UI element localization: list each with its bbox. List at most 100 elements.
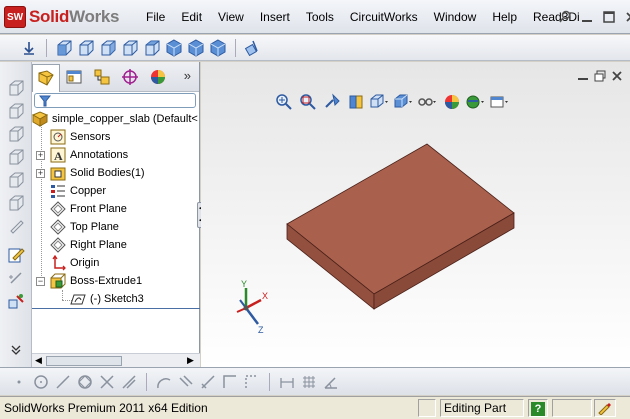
tree-item-front-plane[interactable]: Front Plane <box>50 200 127 218</box>
scroll-left-icon[interactable]: ◀ <box>35 355 42 366</box>
logo-badge: SW <box>4 6 26 28</box>
menu-file[interactable]: File <box>138 0 173 34</box>
smart-dimension-icon[interactable] <box>5 268 27 288</box>
menu-edit[interactable]: Edit <box>173 0 210 34</box>
menu-tools[interactable]: Tools <box>298 0 342 34</box>
line-icon[interactable] <box>52 372 74 392</box>
box-icon[interactable] <box>5 101 27 121</box>
filter-icon <box>38 95 52 110</box>
tree-item-sensors[interactable]: Sensors <box>50 128 110 146</box>
window-controls <box>556 8 630 26</box>
more-tabs-button[interactable]: » <box>184 68 191 83</box>
circle-icon[interactable] <box>30 372 52 392</box>
close-icon[interactable] <box>622 8 630 26</box>
box-icon[interactable] <box>5 216 27 236</box>
collapse-toggle[interactable]: − <box>36 277 45 286</box>
centerline-icon[interactable] <box>241 372 263 392</box>
sketch-edit-icon[interactable] <box>5 245 27 265</box>
toolbar-separator <box>46 38 47 57</box>
tree-item-label: Top Plane <box>70 221 119 233</box>
expand-toggle[interactable]: + <box>36 151 45 160</box>
scroll-thumb[interactable] <box>46 356 122 366</box>
minimize-icon[interactable] <box>578 8 596 26</box>
solidworks-logo[interactable]: SW SolidWorks <box>4 6 120 28</box>
point-icon[interactable] <box>8 372 30 392</box>
offset-icon[interactable] <box>175 372 197 392</box>
configuration-manager-tab[interactable] <box>88 64 116 90</box>
front-view-icon[interactable] <box>53 38 75 58</box>
sketch-tools-icon[interactable] <box>5 291 27 311</box>
menu-insert[interactable]: Insert <box>252 0 298 34</box>
view-orientation-icon[interactable] <box>18 38 40 58</box>
triad-y-label: Y <box>241 280 247 289</box>
tree-item-label: Origin <box>70 257 100 269</box>
box-icon[interactable] <box>5 147 27 167</box>
box-icon[interactable] <box>5 78 27 98</box>
box-icon[interactable] <box>5 124 27 144</box>
menu-view[interactable]: View <box>210 0 252 34</box>
help-button[interactable]: ? <box>528 399 548 417</box>
tree-item-boss-extrude[interactable]: Boss-Extrude1 <box>50 272 142 290</box>
corner-icon[interactable] <box>219 372 241 392</box>
toolbar-separator <box>269 372 270 391</box>
polygon-icon[interactable] <box>74 372 96 392</box>
back-view-icon[interactable] <box>75 38 97 58</box>
tree-item-top-plane[interactable]: Top Plane <box>50 218 119 236</box>
arc-icon[interactable] <box>153 372 175 392</box>
scroll-right-icon[interactable]: ▶ <box>187 355 194 366</box>
dimetric-view-icon[interactable] <box>207 38 229 58</box>
menu-help[interactable]: Help <box>484 0 525 34</box>
logo-text: SolidWorks <box>29 7 120 26</box>
tree-item-label: Front Plane <box>70 203 127 215</box>
customize-status-button[interactable] <box>594 399 616 417</box>
graphics-area[interactable]: Y X Z <box>201 62 630 367</box>
menu-window[interactable]: Window <box>426 0 485 34</box>
extrude-icon <box>50 273 66 289</box>
edition-text: SolidWorks Premium 2011 x64 Edition <box>4 401 208 415</box>
tree-item-right-plane[interactable]: Right Plane <box>50 236 127 254</box>
solid-bodies-icon <box>50 165 66 181</box>
horizontal-scrollbar[interactable]: ◀ ▶ <box>32 353 200 367</box>
expand-toggle[interactable]: + <box>36 169 45 178</box>
feature-manager-tab[interactable] <box>32 63 60 92</box>
tree-filter-input[interactable] <box>34 93 196 108</box>
tree-item-label: Right Plane <box>70 239 127 251</box>
display-manager-tab[interactable] <box>144 64 172 90</box>
trim-icon[interactable] <box>96 372 118 392</box>
tree-item-label: (-) Sketch3 <box>90 293 144 305</box>
restore-icon[interactable] <box>600 8 618 26</box>
top-view-icon[interactable] <box>141 38 163 58</box>
isometric-view-icon[interactable] <box>163 38 185 58</box>
editing-mode: Editing Part <box>440 399 524 417</box>
status-panel-empty <box>552 399 592 417</box>
tree-item-solid-bodies[interactable]: Solid Bodies(1) <box>50 164 145 182</box>
normal-to-icon[interactable] <box>242 38 264 58</box>
tree-item-part[interactable]: simple_copper_slab (Default< <box>32 110 198 128</box>
chevron-down-icon[interactable] <box>5 340 27 360</box>
tree-item-sketch[interactable]: (-) Sketch3 <box>70 290 144 308</box>
property-manager-tab[interactable] <box>60 64 88 90</box>
menu-circuitworks[interactable]: CircuitWorks <box>342 0 426 34</box>
tree-item-origin[interactable]: Origin <box>50 254 99 272</box>
toolbar-separator <box>235 38 236 57</box>
trimetric-view-icon[interactable] <box>185 38 207 58</box>
angle-icon[interactable] <box>320 372 342 392</box>
right-view-icon[interactable] <box>119 38 141 58</box>
status-panel-empty <box>418 399 436 417</box>
dimxpert-tab[interactable] <box>116 64 144 90</box>
panel-divider <box>32 308 200 309</box>
tree-connector <box>62 290 63 300</box>
dimension-icon[interactable] <box>276 372 298 392</box>
box-icon[interactable] <box>5 170 27 190</box>
pencil-icon <box>597 403 611 418</box>
feature-manager-tabs: » <box>32 62 199 92</box>
tree-item-annotations[interactable]: A Annotations <box>50 146 128 164</box>
pin-icon[interactable] <box>556 8 574 26</box>
box-icon[interactable] <box>5 193 27 213</box>
convert-icon[interactable] <box>197 372 219 392</box>
tree-item-material[interactable]: Copper <box>50 182 106 200</box>
grid-icon[interactable] <box>298 372 320 392</box>
plane-icon <box>50 219 66 235</box>
extend-icon[interactable] <box>118 372 140 392</box>
left-view-icon[interactable] <box>97 38 119 58</box>
